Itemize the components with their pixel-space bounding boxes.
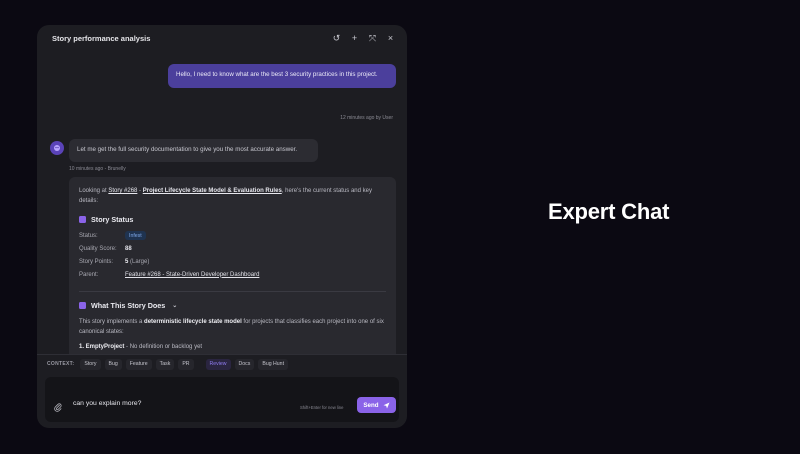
parent-label: Parent: (79, 271, 99, 278)
story-link[interactable]: Story #268 (108, 188, 137, 194)
context-chip-feature[interactable]: Feature (125, 358, 152, 370)
quality-label: Quality Score: (79, 245, 117, 252)
send-icon (383, 402, 390, 408)
list-item-title: 1. EmptyProject (79, 344, 125, 350)
panel-title: Story performance analysis (52, 34, 151, 43)
layers-icon (79, 302, 86, 309)
expand-icon[interactable]: ⤧ (368, 32, 377, 44)
parent-row: Parent: Feature #268 - State-Driven Deve… (79, 268, 386, 281)
new-line-hint: Shift+Enter for new line (300, 405, 344, 410)
assistant-avatar (50, 141, 64, 155)
attach-icon (54, 403, 62, 412)
close-icon[interactable]: × (386, 32, 395, 44)
what-story-does-heading[interactable]: What This Story Does ⌄ (79, 301, 386, 310)
context-chip-review[interactable]: Review (205, 358, 231, 370)
divider (79, 291, 386, 292)
points-row: Story Points: 5 (Large) (79, 255, 386, 268)
bot-icon (54, 145, 60, 151)
what-story-does-title: What This Story Does (91, 301, 166, 310)
chat-panel: Story performance analysis ↺ + ⤧ × Hello… (37, 25, 407, 428)
history-icon[interactable]: ↺ (332, 32, 341, 44)
list-item-text: - No definition or backlog yet (124, 344, 203, 350)
panel-toolbar: ↺ + ⤧ × (332, 32, 395, 44)
divider (37, 354, 407, 355)
message-input[interactable]: can you explain more? (73, 400, 141, 407)
story-status-title: Story Status (91, 215, 134, 224)
answer-intro: Looking at Story #268 - Project Lifecycl… (79, 187, 386, 206)
context-label: CONTEXT: (47, 361, 75, 367)
message-list[interactable]: Hello, I need to know what are the best … (37, 52, 407, 354)
paperclip-icon[interactable] (54, 403, 62, 414)
context-chip-pr[interactable]: PR (178, 358, 194, 370)
context-chip-task[interactable]: Task (155, 358, 175, 370)
points-size: (Large) (128, 258, 150, 265)
quality-row: Quality Score: 88 (79, 242, 386, 255)
status-badge: Infest (125, 231, 146, 240)
context-chip-docs[interactable]: Docs (234, 358, 255, 370)
context-chip-story[interactable]: Story (80, 358, 101, 370)
panel-header: Story performance analysis ↺ + ⤧ × (37, 25, 407, 52)
story-description: This story implements a deterministic li… (79, 317, 386, 337)
status-label: Status: (79, 232, 98, 239)
context-selector: CONTEXT: Story Bug Feature Task PR Revie… (47, 358, 289, 370)
chevron-down-icon[interactable]: ⌄ (172, 302, 177, 309)
assistant-message: Let me get the full security documentati… (69, 139, 318, 162)
parent-link[interactable]: Feature #268 - State-Driven Developer Da… (125, 272, 259, 278)
user-message-meta: 12 minutes ago by User (340, 115, 393, 121)
message-composer: can you explain more? Shift+Enter for ne… (45, 377, 399, 422)
page-heading: Expert Chat (548, 199, 670, 224)
send-button[interactable]: Send (357, 397, 396, 413)
send-label: Send (363, 401, 379, 409)
list-item: 1. EmptyProject - No definition or backl… (79, 344, 386, 350)
assistant-message-meta: 10 minutes ago - Brunelly (69, 166, 126, 172)
desc-prefix: This story implements a (79, 319, 145, 325)
context-chip-bug[interactable]: Bug (104, 358, 122, 370)
plus-icon[interactable]: + (350, 32, 359, 44)
user-message: Hello, I need to know what are the best … (168, 64, 396, 88)
chart-icon (79, 216, 86, 223)
quality-score: 88 (125, 245, 132, 252)
points-label: Story Points: (79, 258, 114, 265)
story-title-link[interactable]: Project Lifecycle State Model & Evaluati… (143, 188, 282, 194)
status-row: Status: Infest (79, 229, 386, 242)
story-status-heading: Story Status (79, 215, 386, 224)
assistant-answer-card: Looking at Story #268 - Project Lifecycl… (69, 177, 396, 354)
intro-text: Looking at (79, 188, 109, 194)
context-chip-bug-hunt[interactable]: Bug Hunt (258, 358, 289, 370)
desc-bold: deterministic lifecycle state model (144, 319, 242, 325)
